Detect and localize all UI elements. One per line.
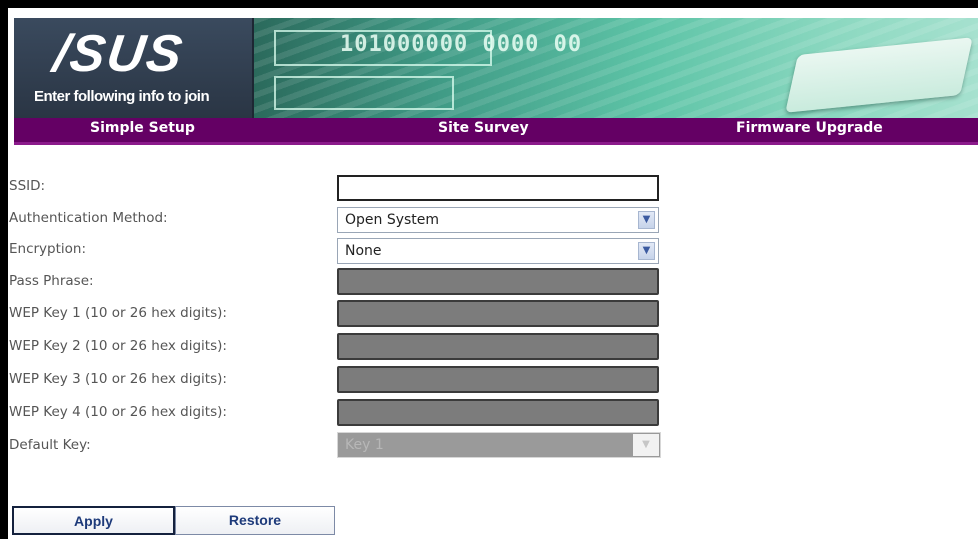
wep-key-1-input[interactable] [337,300,659,327]
chevron-down-icon: ▼ [638,211,655,229]
nav-bar: Simple Setup Site Survey Firmware Upgrad… [14,118,978,145]
banner-decor-box [274,76,454,110]
wep-key-3-label: WEP Key 3 (10 or 26 hex digits): [9,371,227,387]
encryption-label: Encryption: [9,241,87,257]
wep-key-1-label: WEP Key 1 (10 or 26 hex digits): [9,305,227,321]
nav-firmware-upgrade[interactable]: Firmware Upgrade [736,120,883,136]
banner-tagline: Enter following info to join [34,88,210,105]
default-key-value: Key 1 [345,437,384,453]
header-banner: /SUS Enter following info to join 101000… [14,18,978,118]
default-key-select[interactable]: Key 1 ▼ [337,432,661,458]
auth-method-select[interactable]: Open System ▼ [337,207,659,233]
apply-button[interactable]: Apply [12,506,175,535]
wep-key-2-input[interactable] [337,333,659,360]
ssid-input[interactable] [337,175,659,201]
asus-logo: /SUS [49,25,188,83]
restore-button[interactable]: Restore [175,506,335,535]
auth-method-label: Authentication Method: [9,210,168,226]
encryption-value: None [345,243,382,259]
encryption-select[interactable]: None ▼ [337,238,659,264]
auth-method-value: Open System [345,212,440,228]
ssid-label: SSID: [9,178,46,194]
nav-simple-setup[interactable]: Simple Setup [90,120,195,136]
banner-digits: 101000000 0000 00 [340,32,583,57]
pass-phrase-input[interactable] [337,268,659,295]
chevron-down-icon: ▼ [638,242,655,260]
nav-site-survey[interactable]: Site Survey [438,120,529,136]
wep-key-3-input[interactable] [337,366,659,393]
wep-key-4-label: WEP Key 4 (10 or 26 hex digits): [9,404,227,420]
asus-logo-panel: /SUS Enter following info to join [14,18,254,118]
pass-phrase-label: Pass Phrase: [9,273,94,289]
wep-key-4-input[interactable] [337,399,659,426]
chevron-down-icon: ▼ [633,434,659,456]
wep-key-2-label: WEP Key 2 (10 or 26 hex digits): [9,338,227,354]
banner-artwork: 101000000 0000 00 [254,18,978,118]
window-left-border [0,0,8,539]
window-top-border [0,0,978,8]
default-key-label: Default Key: [9,437,91,453]
